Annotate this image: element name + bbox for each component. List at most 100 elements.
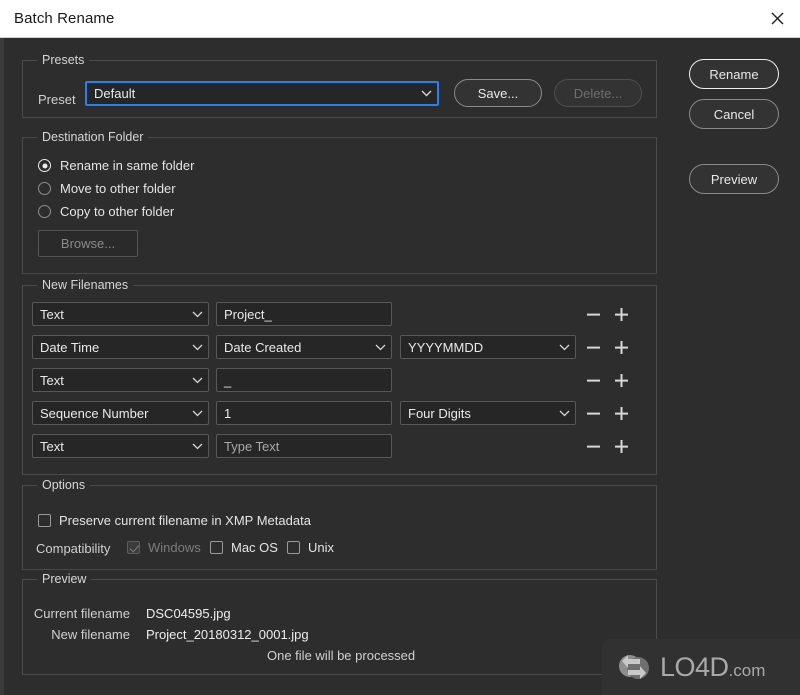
remove-filename-row-button[interactable] xyxy=(583,370,603,390)
filename-row-type-value: Text xyxy=(40,372,64,388)
minus-icon xyxy=(586,445,600,448)
add-filename-row-button[interactable] xyxy=(611,403,631,423)
plus-icon xyxy=(614,373,628,387)
add-filename-row-button[interactable] xyxy=(611,436,631,456)
title-bar: Batch Rename xyxy=(0,0,800,38)
chevron-down-icon xyxy=(186,410,208,417)
chevron-down-icon xyxy=(553,410,575,417)
add-filename-row-button[interactable] xyxy=(611,370,631,390)
close-icon xyxy=(771,12,783,25)
filename-row-extra-value: YYYYMMDD xyxy=(408,339,484,355)
remove-filename-row-button[interactable] xyxy=(583,403,603,423)
filename-row-type-select[interactable]: Text xyxy=(32,302,209,326)
new-filename-label: New filename xyxy=(51,627,130,642)
remove-filename-row-button[interactable] xyxy=(583,436,603,456)
chevron-down-icon xyxy=(186,443,208,450)
filename-row-type-select[interactable]: Text xyxy=(32,368,209,392)
cancel-button[interactable]: Cancel xyxy=(689,99,779,129)
lo4d-logo-icon xyxy=(619,655,649,679)
lo4d-watermark-text: LO4D.com xyxy=(660,652,765,683)
chevron-down-icon xyxy=(186,377,208,384)
plus-icon xyxy=(614,307,628,321)
chevron-down-icon xyxy=(186,311,208,318)
options-group-label: Options xyxy=(37,478,91,492)
filename-row-value-input[interactable]: Type Text xyxy=(216,434,392,458)
checkbox-indicator xyxy=(127,541,140,554)
dialog-body: Presets Preset Default Save... Delete...… xyxy=(0,38,800,695)
filename-row-type-value: Date Time xyxy=(40,339,100,355)
lo4d-watermark: LO4D.com xyxy=(602,639,800,695)
destination-folder-group-label: Destination Folder xyxy=(37,130,149,144)
new-filenames-group-label: New Filenames xyxy=(37,278,134,292)
filename-row-type-value: Text xyxy=(40,306,64,322)
chevron-down-icon xyxy=(369,344,391,351)
remove-filename-row-button[interactable] xyxy=(583,337,603,357)
radio-move-to-other-folder[interactable]: Move to other folder xyxy=(38,181,176,196)
radio-label: Rename in same folder xyxy=(60,158,195,173)
checkbox-label: Windows xyxy=(148,540,201,555)
checkbox-label: Preserve current filename in XMP Metadat… xyxy=(59,513,311,528)
filename-row-type-select[interactable]: Sequence Number xyxy=(32,401,209,425)
delete-preset-button: Delete... xyxy=(554,79,642,107)
current-filename-label: Current filename xyxy=(33,606,130,621)
compatibility-unix-checkbox[interactable]: Unix xyxy=(287,540,334,555)
preset-label: Preset xyxy=(38,92,76,107)
compatibility-macos-checkbox[interactable]: Mac OS xyxy=(210,540,278,555)
minus-icon xyxy=(586,346,600,349)
radio-copy-to-other-folder[interactable]: Copy to other folder xyxy=(38,204,174,219)
preset-select[interactable]: Default xyxy=(85,81,439,106)
filename-row-extra-value: Four Digits xyxy=(408,405,471,421)
minus-icon xyxy=(586,379,600,382)
filename-row-value-input[interactable]: _ xyxy=(216,368,392,392)
filename-row-value-select[interactable]: Date Created xyxy=(216,335,392,359)
chevron-down-icon xyxy=(186,344,208,351)
filename-row-extra-select[interactable]: Four Digits xyxy=(400,401,576,425)
browse-button: Browse... xyxy=(38,230,138,257)
radio-indicator xyxy=(38,205,51,218)
minus-icon xyxy=(586,313,600,316)
checkbox-indicator xyxy=(38,514,51,527)
plus-icon xyxy=(614,406,628,420)
minus-icon xyxy=(586,412,600,415)
filename-row-type-value: Text xyxy=(40,438,64,454)
filename-row-type-select[interactable]: Date Time xyxy=(32,335,209,359)
preserve-filename-checkbox[interactable]: Preserve current filename in XMP Metadat… xyxy=(38,513,311,528)
checkbox-label: Unix xyxy=(308,540,335,555)
checkbox-label: Mac OS xyxy=(231,540,278,555)
current-filename-value: DSC04595.jpg xyxy=(146,606,231,621)
chevron-down-icon xyxy=(553,344,575,351)
checkbox-indicator xyxy=(287,541,300,554)
rename-button[interactable]: Rename xyxy=(689,59,779,89)
lo4d-suffix: .com xyxy=(728,660,766,680)
preview-group-label: Preview xyxy=(37,572,92,586)
radio-indicator xyxy=(38,159,51,172)
lo4d-name: LO4D xyxy=(660,651,729,682)
batch-rename-dialog: Batch Rename Presets Preset Default Save… xyxy=(0,0,800,695)
preset-select-value: Default xyxy=(94,86,136,101)
left-edge-strip xyxy=(0,38,4,695)
close-button[interactable] xyxy=(754,0,800,37)
save-preset-button[interactable]: Save... xyxy=(454,79,542,107)
window-title: Batch Rename xyxy=(14,10,115,27)
filename-row-extra-select[interactable]: YYYYMMDD xyxy=(400,335,576,359)
preview-button[interactable]: Preview xyxy=(689,164,779,194)
compatibility-windows-checkbox: Windows xyxy=(127,540,201,555)
plus-icon xyxy=(614,340,628,354)
filename-row-type-select[interactable]: Text xyxy=(32,434,209,458)
add-filename-row-button[interactable] xyxy=(611,337,631,357)
filename-row-value: Date Created xyxy=(224,339,302,355)
plus-icon xyxy=(614,439,628,453)
filename-row-type-value: Sequence Number xyxy=(40,405,149,421)
compatibility-label: Compatibility xyxy=(36,541,111,556)
new-filename-value: Project_20180312_0001.jpg xyxy=(146,627,309,642)
filename-row-value-input[interactable]: 1 xyxy=(216,401,392,425)
presets-group-label: Presets xyxy=(37,53,90,67)
filename-row-value-input[interactable]: Project_ xyxy=(216,302,392,326)
radio-label: Move to other folder xyxy=(60,181,176,196)
remove-filename-row-button[interactable] xyxy=(583,304,603,324)
chevron-down-icon xyxy=(415,90,437,97)
add-filename-row-button[interactable] xyxy=(611,304,631,324)
radio-rename-in-same-folder[interactable]: Rename in same folder xyxy=(38,158,194,173)
radio-indicator xyxy=(38,182,51,195)
radio-label: Copy to other folder xyxy=(60,204,175,219)
